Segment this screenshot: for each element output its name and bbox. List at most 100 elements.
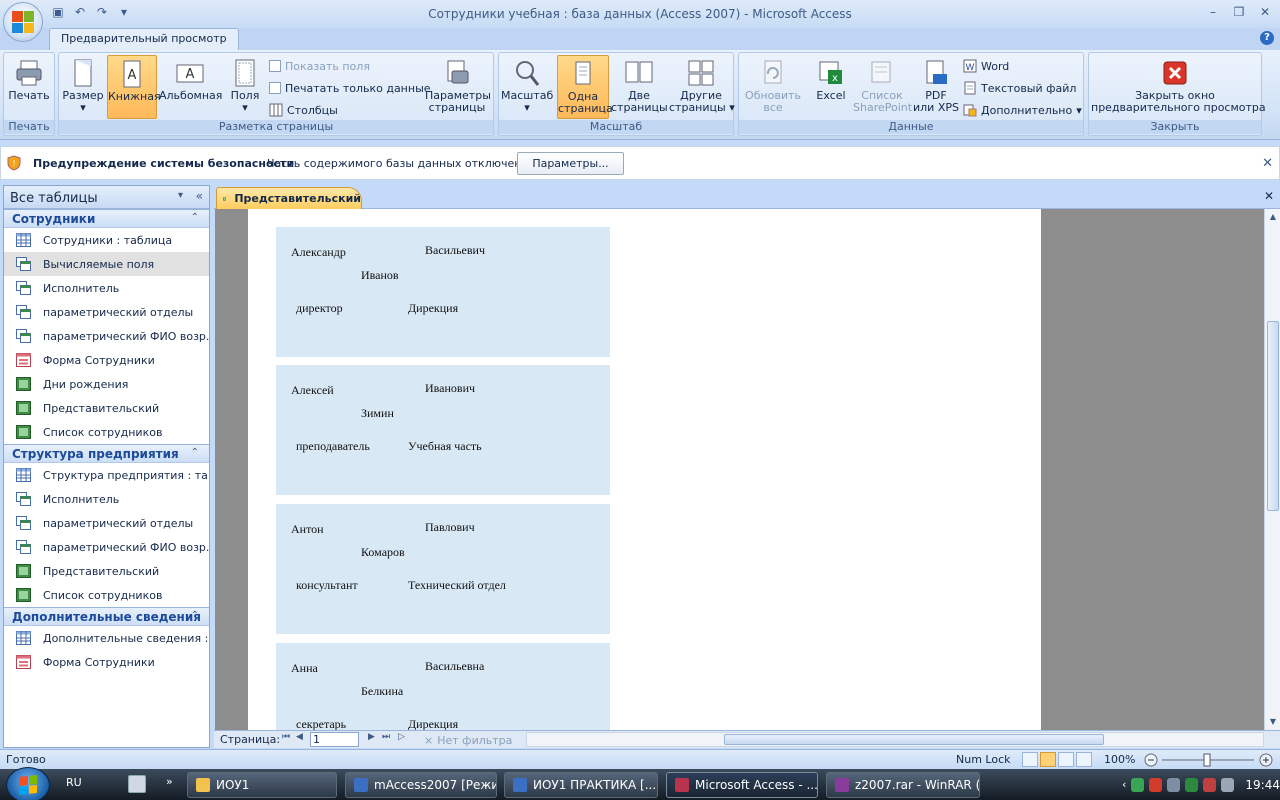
print-data-only-checkbox[interactable]: Печатать только данные <box>269 79 431 97</box>
taskbar-button[interactable]: ИОУ1 <box>187 772 337 798</box>
nav-pane-header[interactable]: Все таблицы ▾ « <box>4 186 209 209</box>
nav-item[interactable]: Сотрудники : таблица <box>4 228 209 252</box>
security-options-button[interactable]: Параметры... <box>517 152 624 175</box>
nav-item[interactable]: Список сотрудников <box>4 583 209 607</box>
nav-group-header[interactable]: Дополнительные сведения ⌃ <box>4 607 209 626</box>
collapse-pane-icon[interactable]: « <box>196 189 203 203</box>
one-page-button[interactable]: Одна страница <box>557 55 613 119</box>
tab-print-preview[interactable]: Предварительный просмотр <box>49 28 239 50</box>
collapse-group-icon[interactable]: ⌃ <box>191 447 199 458</box>
page-number-input[interactable]: 1 <box>310 732 359 747</box>
show-margins-checkbox[interactable]: Показать поля <box>269 57 370 75</box>
nav-item[interactable]: параметрический отделы <box>4 511 209 535</box>
no-filter-button[interactable]: ⨯ Нет фильтра <box>424 732 524 748</box>
language-indicator[interactable]: RU <box>66 776 82 789</box>
system-tray: ‹ 19:44 <box>1118 769 1280 800</box>
next-page-icon[interactable]: ▶ <box>368 732 375 742</box>
nav-item[interactable]: Представительский <box>4 559 209 583</box>
nav-item[interactable]: Список сотрудников <box>4 420 209 444</box>
design-view-icon[interactable] <box>1076 752 1092 767</box>
layout-view-icon[interactable] <box>1058 752 1074 767</box>
tray-chevron-icon[interactable]: ‹ <box>1122 778 1126 791</box>
magnifier-icon <box>516 61 540 86</box>
quick-launch-more[interactable]: » <box>166 775 173 788</box>
close-document-icon[interactable]: ✕ <box>1264 189 1274 203</box>
restore-button[interactable]: ❐ <box>1228 3 1250 21</box>
margins-button[interactable]: Поля ▾ <box>225 55 265 119</box>
taskbar-button[interactable]: Microsoft Access - ... <box>666 772 818 798</box>
app-icon <box>675 778 689 792</box>
taskbar-button[interactable]: mAccess2007 [Режи... <box>345 772 497 798</box>
export-pdf-button[interactable]: PDF или XPS <box>913 55 959 119</box>
scroll-up-icon[interactable]: ▲ <box>1266 209 1280 225</box>
print-preview-view-icon[interactable] <box>1040 752 1056 767</box>
portrait-button[interactable]: A Книжная <box>107 55 161 119</box>
export-more-button[interactable]: Дополнительно ▾ <box>963 101 1082 119</box>
nav-item[interactable]: параметрический отделы <box>4 300 209 324</box>
export-excel-button[interactable]: x Excel <box>811 55 851 119</box>
nav-item[interactable]: Представительский <box>4 396 209 420</box>
scroll-thumb[interactable] <box>1267 321 1279 511</box>
network-icon[interactable] <box>1131 777 1145 792</box>
shield-icon: ! <box>7 155 21 171</box>
size-button[interactable]: Размер ▾ <box>61 55 105 119</box>
scroll-down-icon[interactable]: ▼ <box>1266 714 1280 730</box>
taskbar-button[interactable]: ИОУ1 ПРАКТИКА [... <box>504 772 658 798</box>
tab-report-representative[interactable]: Представительский <box>216 187 362 209</box>
department: Дирекция <box>408 301 459 315</box>
horizontal-scrollbar[interactable] <box>526 732 1264 747</box>
zoom-slider[interactable] <box>1144 753 1274 767</box>
help-icon[interactable]: ? <box>1260 31 1274 45</box>
collapse-group-icon[interactable]: ⌃ <box>191 610 199 621</box>
close-icon[interactable]: ✕ <box>1262 156 1273 171</box>
vertical-scrollbar[interactable]: ▲ ▼ <box>1264 209 1280 730</box>
nav-group-header[interactable]: Структура предприятия ⌃ <box>4 444 209 463</box>
refresh-all-button[interactable]: Обновить все <box>741 55 805 119</box>
new-record-icon[interactable]: ▷ <box>398 732 405 742</box>
minimize-button[interactable]: – <box>1202 3 1224 21</box>
report-view-icon[interactable] <box>1022 752 1038 767</box>
start-button[interactable] <box>6 767 50 800</box>
antivirus-icon[interactable] <box>1149 777 1163 792</box>
show-desktop-icon[interactable] <box>128 775 146 793</box>
print-preview-area[interactable]: Александр Васильевич Иванов директор Дирекци… <box>215 209 1264 730</box>
export-sharepoint-button[interactable]: Список SharePoint <box>853 55 912 119</box>
chevron-down-icon[interactable]: ▾ <box>178 190 183 201</box>
prev-page-icon[interactable]: ◀ <box>296 732 303 742</box>
nav-item[interactable]: параметрический ФИО возр... <box>4 535 209 559</box>
nav-item[interactable]: Структура предприятия : та... <box>4 463 209 487</box>
export-word-button[interactable]: W Word <box>963 57 1009 75</box>
office-button[interactable] <box>3 2 43 42</box>
nav-item[interactable]: Форма Сотрудники <box>4 348 209 372</box>
taskbar-button[interactable]: z2007.rar - WinRAR (... <box>826 772 980 798</box>
hscroll-thumb[interactable] <box>724 734 1104 745</box>
last-page-icon[interactable]: ⏭ <box>382 732 390 742</box>
nav-item[interactable]: Форма Сотрудники <box>4 650 209 674</box>
landscape-button[interactable]: A Альбомная <box>159 55 222 119</box>
volume-icon[interactable] <box>1221 777 1235 792</box>
close-window-button[interactable]: ✕ <box>1254 3 1276 21</box>
nav-group-label: Сотрудники <box>12 212 96 226</box>
nav-item[interactable]: Исполнитель <box>4 487 209 511</box>
tray-security-icon[interactable] <box>1185 777 1199 792</box>
more-pages-button[interactable]: Другие страницы ▾ <box>669 55 735 119</box>
nav-item[interactable]: параметрический ФИО возр... <box>4 324 209 348</box>
zoom-button[interactable]: Масштаб ▾ <box>501 55 553 119</box>
columns-button[interactable]: Столбцы <box>269 101 338 119</box>
tray-flag-icon[interactable] <box>1203 777 1217 792</box>
nav-item[interactable]: Дни рождения <box>4 372 209 396</box>
page-setup-button[interactable]: Параметры страницы <box>425 55 491 119</box>
nav-item[interactable]: Дополнительные сведения :... <box>4 626 209 650</box>
nav-group-header[interactable]: Сотрудники ⌃ <box>4 209 209 228</box>
close-preview-button[interactable]: Закрыть окно предварительного просмотра <box>1091 55 1266 119</box>
collapse-group-icon[interactable]: ⌃ <box>191 212 199 223</box>
nav-item-label: Структура предприятия : та... <box>43 468 209 482</box>
nav-item-label: Список сотрудников <box>43 588 163 602</box>
nav-item[interactable]: Исполнитель <box>4 276 209 300</box>
export-text-file-button[interactable]: Текстовый файл <box>963 79 1076 97</box>
first-page-icon[interactable]: ⏮ <box>282 732 290 742</box>
print-button[interactable]: Печать <box>6 55 52 119</box>
tray-app-icon[interactable] <box>1167 777 1181 792</box>
two-pages-button[interactable]: Две страницы <box>611 55 668 119</box>
nav-item[interactable]: Вычисляемые поля <box>4 252 209 276</box>
